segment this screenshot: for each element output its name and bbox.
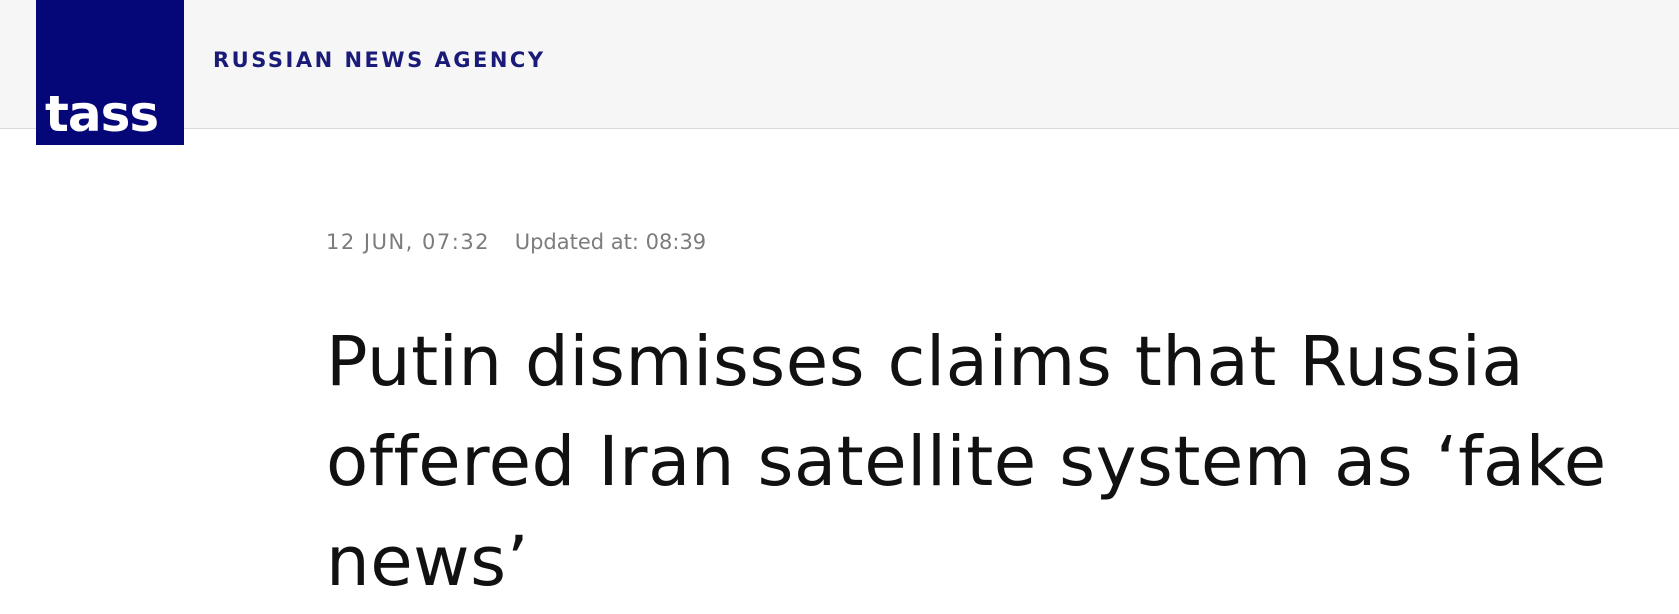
article-updated: Updated at: 08:39 — [514, 230, 707, 254]
tass-logo[interactable]: tass — [36, 0, 184, 145]
site-header: tass RUSSIAN NEWS AGENCY — [0, 0, 1679, 145]
agency-name: RUSSIAN NEWS AGENCY — [213, 48, 546, 72]
logo-text: tass — [45, 85, 159, 143]
article-headline: Putin dismisses claims that Russia offer… — [326, 322, 1607, 602]
article-meta: 12 JUN, 07:32 Updated at: 08:39 — [326, 232, 706, 253]
article-date: 12 JUN, 07:32 — [326, 230, 491, 254]
